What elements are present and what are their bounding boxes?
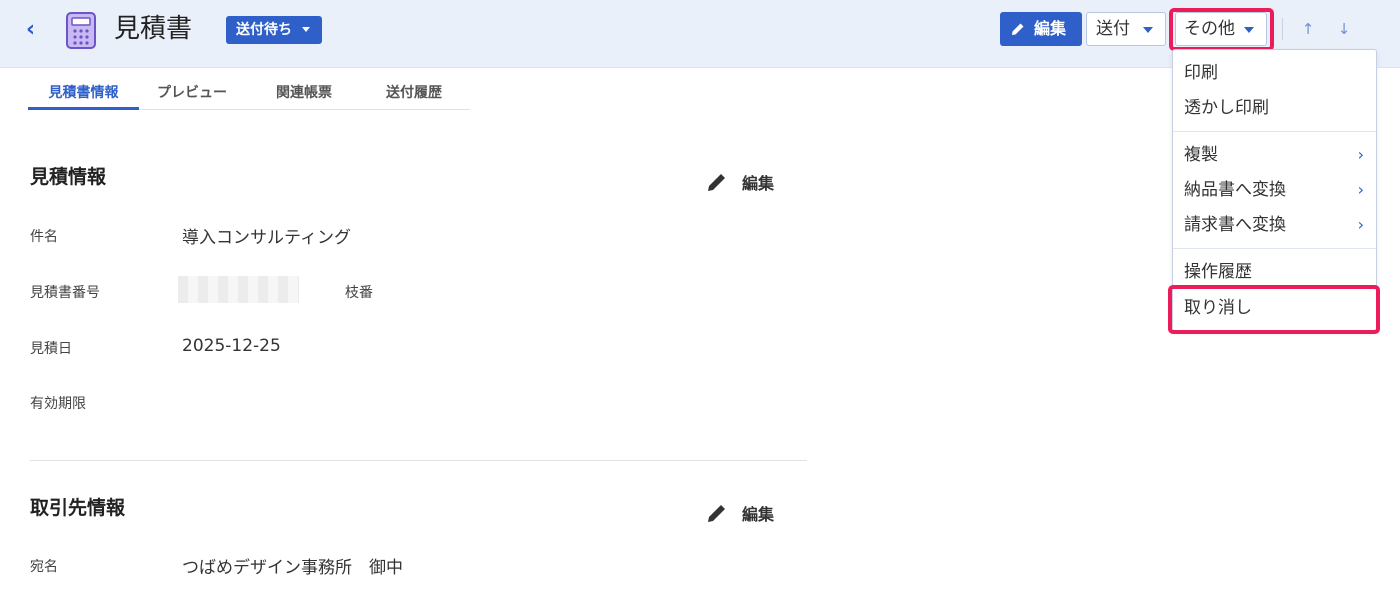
subject-label: 件名 [30, 229, 58, 245]
estimate-number-redacted [178, 276, 299, 303]
addressee-label: 宛名 [30, 559, 58, 575]
tab-send-history[interactable]: 送付履歴 [374, 78, 454, 110]
section-divider [30, 460, 807, 461]
menu-separator [1173, 248, 1376, 249]
estimate-edit-button[interactable]: 編集 [706, 168, 782, 196]
chevron-right-icon: › [1357, 215, 1364, 234]
edit-button[interactable]: 編集 [1000, 12, 1082, 46]
menu-item-print-label: 印刷 [1184, 63, 1218, 83]
menu-item-watermark-print[interactable]: 透かし印刷 [1173, 91, 1376, 125]
menu-item-convert-invoice[interactable]: 請求書へ変換 › [1173, 208, 1376, 242]
menu-item-history[interactable]: 操作履歴 [1173, 255, 1376, 289]
calculator-icon [66, 12, 96, 49]
estimate-section-title: 見積情報 [30, 166, 107, 188]
menu-item-convert-invoice-label: 請求書へ変換 [1184, 215, 1286, 235]
menu-item-duplicate[interactable]: 複製 › [1173, 138, 1376, 172]
tab-bar: 見積書情報 プレビュー 関連帳票 送付履歴 [28, 78, 470, 110]
status-label: 送付待ち [236, 22, 292, 38]
caret-down-icon [1143, 27, 1153, 33]
status-dropdown[interactable]: 送付待ち [226, 16, 322, 44]
estimate-edit-label: 編集 [742, 174, 775, 193]
edit-button-label: 編集 [1034, 19, 1067, 38]
menu-item-cancel-label: 取り消し [1184, 298, 1252, 318]
menu-item-duplicate-label: 複製 [1184, 145, 1218, 165]
estimate-date-label: 見積日 [30, 341, 72, 357]
tab-estimate-info[interactable]: 見積書情報 [28, 78, 139, 110]
more-dropdown-menu: 印刷 透かし印刷 複製 › 納品書へ変換 › 請求書へ変換 › 操作履歴 取り消… [1172, 49, 1377, 331]
page-title: 見積書 [114, 14, 193, 44]
send-label: 送付 [1096, 19, 1130, 39]
arrow-up-icon[interactable]: ↑ [1300, 18, 1316, 40]
pencil-icon [708, 174, 725, 191]
pencil-icon [1012, 23, 1024, 35]
menu-item-convert-delivery[interactable]: 納品書へ変換 › [1173, 173, 1376, 207]
branch-number-label: 枝番 [345, 285, 373, 301]
estimate-date-value: 2025-12-25 [182, 336, 281, 356]
pencil-icon [708, 505, 725, 522]
tab-preview[interactable]: プレビュー [144, 78, 240, 110]
estimate-number-label: 見積書番号 [30, 285, 100, 301]
client-edit-label: 編集 [742, 505, 775, 524]
client-section-title: 取引先情報 [30, 497, 126, 519]
chevron-right-icon: › [1357, 145, 1364, 164]
more-dropdown-button[interactable]: その他 [1175, 12, 1267, 46]
menu-item-convert-delivery-label: 納品書へ変換 [1184, 180, 1286, 200]
subject-value: 導入コンサルティング [182, 228, 351, 248]
arrow-down-icon[interactable]: ↓ [1336, 18, 1352, 40]
chevron-right-icon: › [1357, 180, 1364, 199]
expiry-date-label: 有効期限 [30, 396, 86, 412]
menu-separator [1173, 131, 1376, 132]
addressee-value: つばめデザイン事務所 御中 [182, 558, 403, 578]
more-label: その他 [1184, 19, 1235, 39]
caret-down-icon [1244, 27, 1254, 33]
tab-related-documents[interactable]: 関連帳票 [264, 78, 344, 110]
menu-item-cancel[interactable]: 取り消し [1173, 291, 1376, 325]
menu-item-watermark-print-label: 透かし印刷 [1184, 98, 1269, 118]
caret-down-icon [302, 27, 310, 32]
back-icon[interactable]: ‹ [26, 18, 48, 42]
menu-item-history-label: 操作履歴 [1184, 262, 1252, 282]
menu-item-print[interactable]: 印刷 [1173, 56, 1376, 90]
header-separator [1282, 18, 1283, 40]
client-edit-button[interactable]: 編集 [706, 499, 782, 527]
send-dropdown-button[interactable]: 送付 [1086, 12, 1166, 46]
